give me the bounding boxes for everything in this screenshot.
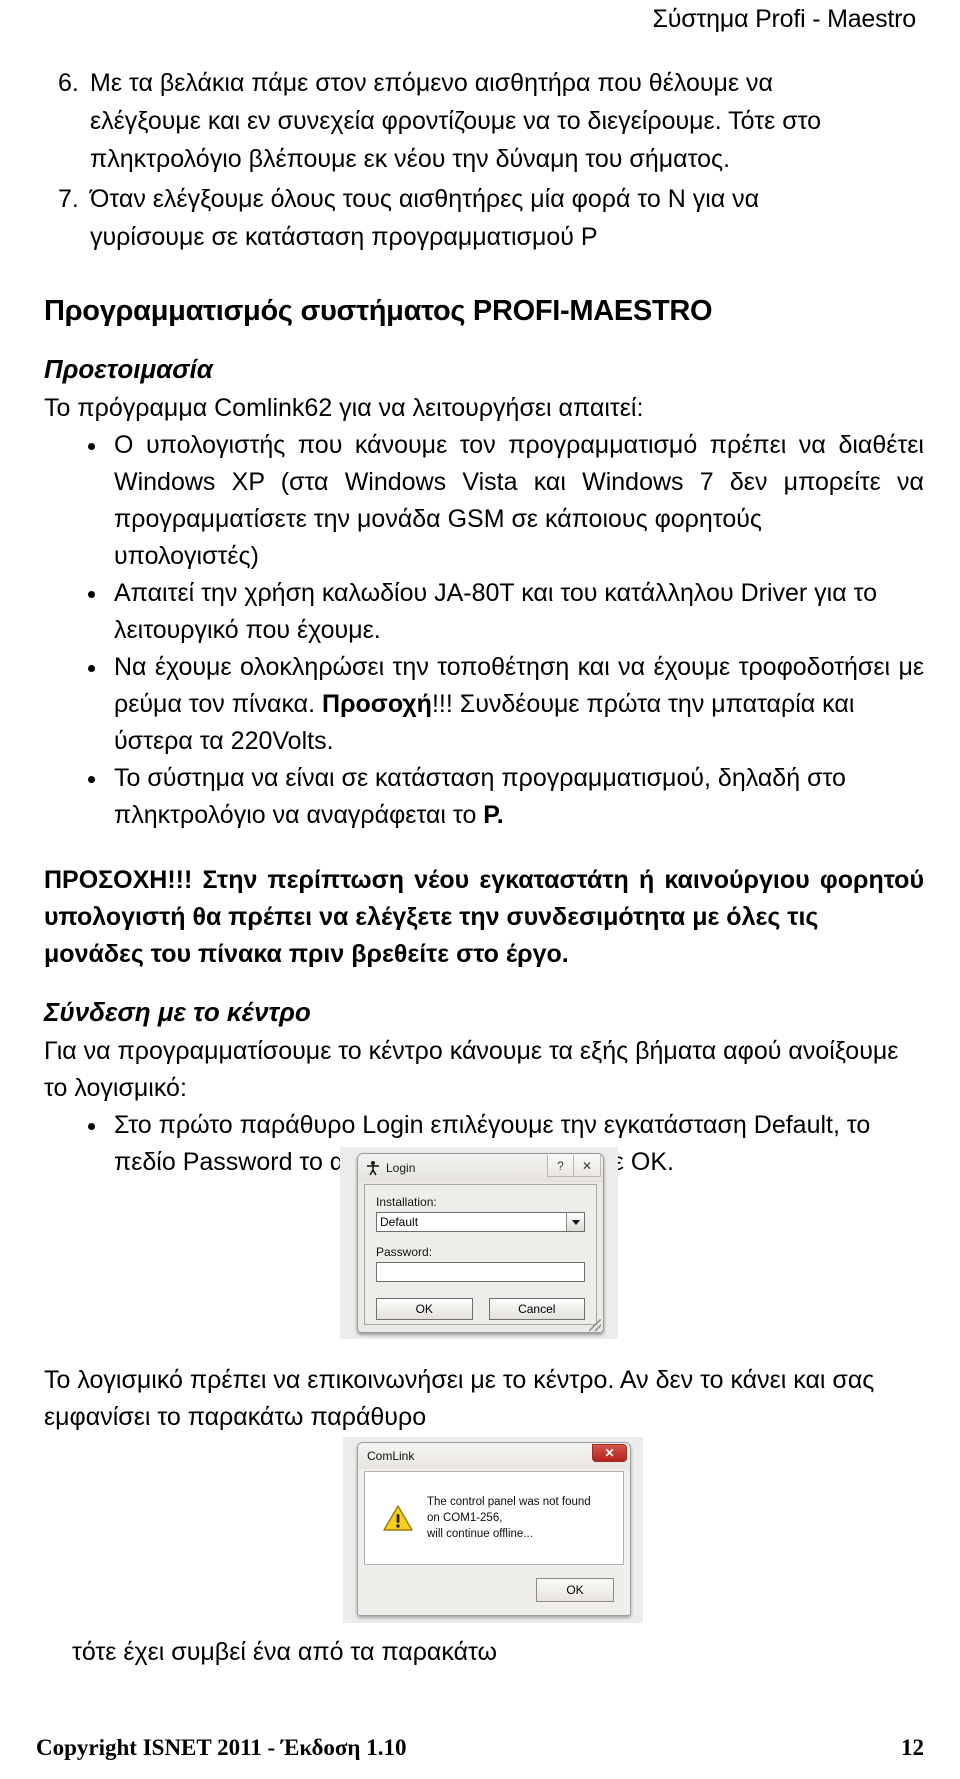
- text-line: λειτουργικό που έχουμε.: [114, 616, 381, 644]
- emphasis-text: Ρ.: [483, 801, 504, 829]
- list-item: Απαιτεί την χρήση καλωδίου JA-80T και το…: [36, 575, 924, 649]
- text-line: !!! Συνδέουμε πρώτα την μπαταρία και: [431, 690, 855, 718]
- text-line: γυρίσουμε σε κατάσταση προγραμματισμού Ρ: [90, 223, 598, 251]
- login-button-row: OK Cancel: [376, 1298, 585, 1320]
- text-line: Με τα βελάκια πάμε στον επόμενο αισθητήρ…: [90, 69, 773, 97]
- text-line: το λογισμικό:: [44, 1074, 187, 1102]
- installation-select[interactable]: Default: [376, 1212, 585, 1232]
- comlink-window: ComLink ✕ The control panel was not foun…: [357, 1442, 631, 1616]
- copyright-text: Copyright ISNET 2011 - Έκδοση 1.10: [36, 1735, 407, 1760]
- numbered-list: 6. Με τα βελάκια πάμε στον επόμενο αισθη…: [36, 64, 924, 256]
- page-footer: Copyright ISNET 2011 - Έκδοση 1.10 12: [36, 1735, 924, 1761]
- text-line: μονάδες του πίνακα πριν βρεθείτε στο έργ…: [44, 940, 569, 968]
- list-item: Ο υπολογιστής που κάνουμε τον προγραμματ…: [36, 427, 924, 575]
- comlink-button-area: OK: [364, 1571, 624, 1609]
- comlink-title-bar: ComLink ✕: [358, 1443, 630, 1469]
- text-line: Για να προγραμματίσουμε το κέντρο κάνουμ…: [44, 1037, 899, 1065]
- list-item: 6. Με τα βελάκια πάμε στον επόμενο αισθη…: [44, 64, 924, 178]
- text-line: The control panel was not found: [427, 1496, 591, 1508]
- text-line: Στο πρώτο παράθυρο Login επιλέγουμε την …: [114, 1111, 871, 1139]
- list-item-marker: 7.: [58, 185, 79, 213]
- ok-button[interactable]: OK: [536, 1578, 614, 1602]
- text-line: ΠΡΟΣΟΧΗ!!! Στην περίπτωση νέου εγκαταστά…: [44, 866, 924, 894]
- text-line: Το λογισμικό πρέπει να επικοινωνήσει με …: [44, 1366, 826, 1394]
- text-line: υπολογιστές): [114, 542, 259, 570]
- text-line: Windows XP (στα Windows Vista και Window…: [114, 468, 924, 496]
- preparation-bullet-list: Ο υπολογιστής που κάνουμε τον προγραμματ…: [36, 427, 924, 834]
- login-title-text: Login: [386, 1161, 416, 1175]
- text-fragment: πληκτρολόγιο να αναγράφεται το: [114, 801, 484, 829]
- list-item: Να έχουμε ολοκληρώσει την τοποθέτηση και…: [36, 649, 924, 760]
- password-field[interactable]: [376, 1262, 585, 1282]
- page-number: 12: [901, 1735, 924, 1760]
- list-item-body: Με τα βελάκια πάμε στον επόμενο αισθητήρ…: [90, 64, 924, 178]
- text-line: Απαιτεί την χρήση καλωδίου JA-80T και το…: [114, 579, 878, 607]
- help-icon[interactable]: ?: [547, 1155, 574, 1177]
- chevron-down-icon[interactable]: [566, 1213, 584, 1231]
- password-label: Password:: [376, 1245, 433, 1259]
- communication-note: Το λογισμικό πρέπει να επικοινωνήσει με …: [36, 1362, 924, 1436]
- comlink-message-text: The control panel was not found on COM1-…: [427, 1494, 591, 1542]
- comlink-dialog-screenshot: ComLink ✕ The control panel was not foun…: [343, 1437, 643, 1623]
- list-item-marker: 6.: [58, 69, 79, 97]
- attention-notice: ΠΡΟΣΟΧΗ!!! Στην περίπτωση νέου εγκαταστά…: [36, 862, 924, 973]
- text-line: will continue offline...: [427, 1528, 533, 1540]
- installation-label: Installation:: [376, 1195, 437, 1209]
- subsection-title-preparation: Προετοιμασία: [44, 354, 213, 384]
- list-item: 7. Όταν ελέγξουμε όλους τους αισθητήρες …: [44, 180, 924, 256]
- text-line: Το σύστημα να είναι σε κατάσταση προγραμ…: [114, 764, 846, 792]
- text-line: πληκτρολόγιο να αναγράφεται το Ρ.: [114, 797, 924, 834]
- cancel-button[interactable]: Cancel: [488, 1298, 585, 1320]
- installation-value: Default: [380, 1215, 419, 1229]
- list-item: Το σύστημα να είναι σε κατάσταση προγραμ…: [36, 760, 924, 834]
- ok-button[interactable]: OK: [376, 1298, 473, 1320]
- comlink-title-text: ComLink: [367, 1449, 415, 1463]
- login-client-area: Installation: Default Password: OK Cance…: [364, 1184, 597, 1325]
- document-page: Σύστημα Profi - Maestro 6. Με τα βελάκια…: [0, 0, 960, 1779]
- preparation-intro: Το πρόγραμμα Comlink62 για να λειτουργήσ…: [44, 394, 644, 422]
- text-line: προγραμματίσετε την μονάδα GSM σε κάποιο…: [114, 505, 762, 533]
- connection-intro: Για να προγραμματίσουμε το κέντρο κάνουμ…: [36, 1033, 924, 1107]
- text-line: ελέγξουμε και εν συνεχεία φροντίζουμε να…: [90, 107, 822, 135]
- close-icon[interactable]: ✕: [574, 1155, 601, 1177]
- close-icon[interactable]: ✕: [592, 1444, 627, 1462]
- login-title-bar: Login ? ✕: [358, 1154, 603, 1182]
- warning-triangle-icon: [383, 1504, 413, 1532]
- text-line: Να έχουμε ολοκληρώσει την τοποθέτηση και…: [114, 653, 891, 681]
- page-title: Προγραμματισμός συστήματος PROFI-MAESTRO: [44, 295, 713, 327]
- text-line: ύστερα τα 220Volts.: [114, 727, 334, 755]
- text-line: Όταν ελέγξουμε όλους τους αισθητήρες μία…: [90, 185, 760, 213]
- page-header: Σύστημα Profi - Maestro: [652, 5, 917, 33]
- comlink-message-area: The control panel was not found on COM1-…: [364, 1471, 624, 1565]
- text-line: πληκτρολόγιο βλέπουμε εκ νέου την δύναμη…: [90, 145, 731, 173]
- text-line: on COM1-256,: [427, 1512, 503, 1524]
- text-line: υπολογιστή θα πρέπει να ελέγξετε την συν…: [44, 903, 819, 931]
- login-titlebar-buttons: ? ✕: [547, 1155, 601, 1177]
- resize-grip-icon[interactable]: [589, 1319, 601, 1331]
- list-item-body: Όταν ελέγξουμε όλους τους αισθητήρες μία…: [90, 180, 924, 256]
- login-dialog-screenshot: Login ? ✕ Installation: Default Password…: [340, 1147, 618, 1339]
- subsection-title-connection: Σύνδεση με το κέντρο: [44, 997, 311, 1027]
- emphasis-text: Προσοχή: [322, 690, 432, 718]
- person-icon: [365, 1160, 381, 1176]
- text-line: Ο υπολογιστής που κάνουμε τον προγραμματ…: [114, 431, 924, 459]
- login-window: Login ? ✕ Installation: Default Password…: [357, 1153, 604, 1333]
- tail-note: τότε έχει συμβεί ένα από τα παρακάτω: [72, 1638, 498, 1666]
